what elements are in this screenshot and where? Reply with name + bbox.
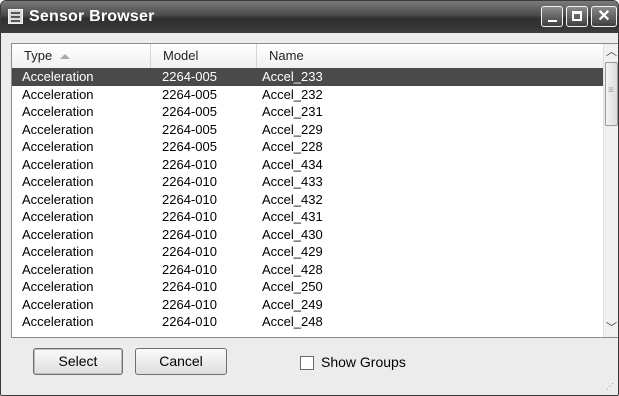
cell-model: 2264-010 bbox=[162, 209, 217, 224]
cell-name: Accel_434 bbox=[262, 156, 323, 172]
table-row[interactable]: Acceleration 2264-010 Accel_250 bbox=[12, 278, 604, 296]
cell-type: Acceleration bbox=[22, 226, 94, 242]
table-row[interactable]: Acceleration 2264-010 Accel_434 bbox=[12, 156, 604, 174]
cell-name: Accel_429 bbox=[262, 244, 323, 259]
table-row[interactable]: Acceleration 2264-010 Accel_430 bbox=[12, 226, 604, 244]
show-groups-checkbox[interactable] bbox=[300, 356, 314, 370]
cell-type: Acceleration bbox=[22, 121, 94, 137]
table-row[interactable]: Acceleration 2264-005 Accel_233 bbox=[12, 68, 604, 86]
window-title: Sensor Browser bbox=[29, 8, 155, 25]
cell-type: Acceleration bbox=[22, 209, 94, 224]
cell-model: 2264-005 bbox=[162, 69, 217, 84]
cell-type: Acceleration bbox=[22, 104, 94, 119]
cell-name: Accel_250 bbox=[262, 279, 323, 294]
sort-ascending-icon bbox=[60, 54, 71, 60]
column-header-name-label: Name bbox=[269, 48, 304, 63]
show-groups-label: Show Groups bbox=[321, 354, 406, 370]
table-row[interactable]: Acceleration 2264-010 Accel_429 bbox=[12, 243, 604, 261]
cell-name: Accel_229 bbox=[262, 121, 323, 137]
sensor-list[interactable]: Type Model Name Acceleration 2264-005 Acce… bbox=[11, 43, 618, 338]
column-header-model[interactable]: Model bbox=[151, 44, 257, 68]
cell-name: Accel_249 bbox=[262, 296, 323, 312]
resize-grip[interactable]: ⋰ bbox=[606, 382, 614, 391]
cell-model: 2264-005 bbox=[162, 121, 217, 137]
cell-model: 2264-010 bbox=[162, 314, 217, 329]
cell-type: Acceleration bbox=[22, 174, 94, 189]
list-window-icon bbox=[8, 9, 23, 24]
cell-model: 2264-010 bbox=[162, 279, 217, 294]
scroll-down-button[interactable]: ﹀ bbox=[604, 320, 618, 337]
sensor-browser-window: Sensor Browser ✕ Type Model Name Acceler… bbox=[0, 0, 619, 396]
table-row[interactable]: Acceleration 2264-010 Accel_248 bbox=[12, 313, 604, 331]
cell-model: 2264-005 bbox=[162, 139, 217, 154]
table-row[interactable]: Acceleration 2264-005 Accel_229 bbox=[12, 121, 604, 139]
cell-type: Acceleration bbox=[22, 139, 94, 154]
cell-name: Accel_231 bbox=[262, 104, 323, 119]
cell-name: Accel_428 bbox=[262, 261, 323, 277]
minimize-button[interactable] bbox=[541, 6, 563, 27]
cell-name: Accel_233 bbox=[262, 69, 323, 84]
cell-type: Acceleration bbox=[22, 69, 94, 84]
column-header-type-label: Type bbox=[24, 48, 53, 63]
cell-model: 2264-010 bbox=[162, 156, 217, 172]
cell-name: Accel_431 bbox=[262, 209, 323, 224]
cell-type: Acceleration bbox=[22, 86, 94, 102]
minimize-icon bbox=[548, 20, 557, 22]
chevron-up-icon: ︿ bbox=[606, 46, 617, 58]
cell-model: 2264-010 bbox=[162, 226, 217, 242]
cell-model: 2264-010 bbox=[162, 191, 217, 207]
cell-type: Acceleration bbox=[22, 279, 94, 294]
maximize-button[interactable] bbox=[566, 6, 588, 27]
cell-type: Acceleration bbox=[22, 191, 94, 207]
column-header-name[interactable]: Name bbox=[257, 44, 604, 68]
table-row[interactable]: Acceleration 2264-005 Accel_232 bbox=[12, 86, 604, 104]
table-row[interactable]: Acceleration 2264-010 Accel_249 bbox=[12, 296, 604, 314]
cell-name: Accel_232 bbox=[262, 86, 323, 102]
close-icon: ✕ bbox=[597, 8, 611, 25]
table-row[interactable]: Acceleration 2264-010 Accel_428 bbox=[12, 261, 604, 279]
cell-model: 2264-010 bbox=[162, 261, 217, 277]
table-row[interactable]: Acceleration 2264-005 Accel_231 bbox=[12, 103, 604, 121]
table-row[interactable]: Acceleration 2264-005 Accel_228 bbox=[12, 138, 604, 156]
cell-type: Acceleration bbox=[22, 261, 94, 277]
cell-name: Accel_432 bbox=[262, 191, 323, 207]
close-button[interactable]: ✕ bbox=[591, 6, 617, 27]
column-header-model-label: Model bbox=[163, 48, 199, 63]
maximize-icon bbox=[572, 11, 582, 21]
cell-type: Acceleration bbox=[22, 314, 94, 329]
cell-name: Accel_430 bbox=[262, 226, 323, 242]
select-button[interactable]: Select bbox=[33, 348, 123, 375]
list-rows: Acceleration 2264-005 Accel_233 Acceleratio… bbox=[12, 68, 604, 331]
column-header-row: Type Model Name bbox=[12, 44, 604, 69]
scroll-up-button[interactable]: ︿ bbox=[604, 44, 618, 61]
cell-model: 2264-010 bbox=[162, 244, 217, 259]
cell-model: 2264-010 bbox=[162, 296, 217, 312]
table-row[interactable]: Acceleration 2264-010 Accel_431 bbox=[12, 208, 604, 226]
cell-name: Accel_228 bbox=[262, 139, 323, 154]
cell-type: Acceleration bbox=[22, 244, 94, 259]
cancel-button[interactable]: Cancel bbox=[135, 348, 227, 375]
cell-name: Accel_248 bbox=[262, 314, 323, 329]
scroll-thumb[interactable] bbox=[605, 62, 618, 126]
cell-name: Accel_433 bbox=[262, 174, 323, 189]
column-header-type[interactable]: Type bbox=[12, 44, 151, 68]
cell-type: Acceleration bbox=[22, 156, 94, 172]
table-row[interactable]: Acceleration 2264-010 Accel_432 bbox=[12, 191, 604, 209]
cell-model: 2264-005 bbox=[162, 104, 217, 119]
vertical-scrollbar[interactable]: ︿ ﹀ bbox=[603, 44, 618, 337]
title-bar[interactable]: Sensor Browser ✕ bbox=[1, 1, 618, 33]
chevron-down-icon: ﹀ bbox=[606, 322, 617, 334]
cell-model: 2264-005 bbox=[162, 86, 217, 102]
cell-model: 2264-010 bbox=[162, 174, 217, 189]
cell-type: Acceleration bbox=[22, 296, 94, 312]
table-row[interactable]: Acceleration 2264-010 Accel_433 bbox=[12, 173, 604, 191]
